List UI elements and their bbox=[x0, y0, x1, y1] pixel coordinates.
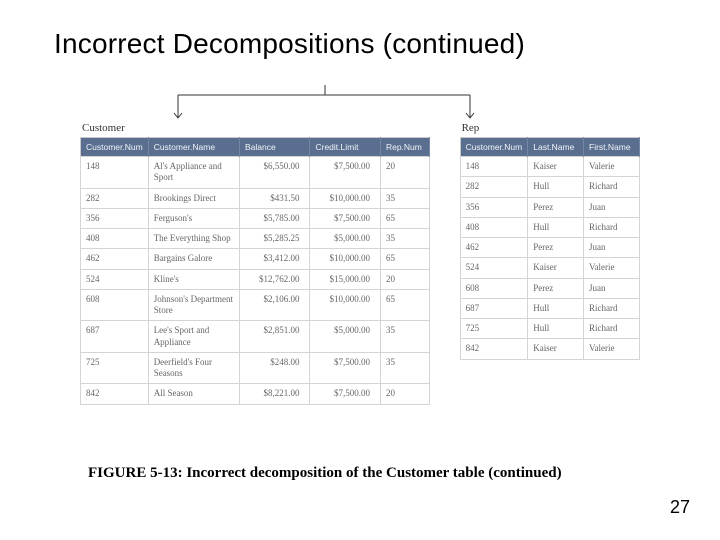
connector-lines bbox=[80, 85, 640, 120]
table-row: 687Lee's Sport and Appliance$2,851.00$5,… bbox=[81, 321, 430, 353]
rep-block: Rep Customer.Num Last.Name First.Name 14… bbox=[460, 122, 640, 360]
table-row: 408HullRichard bbox=[460, 217, 639, 237]
table-row: 608PerezJuan bbox=[460, 278, 639, 298]
rep-label: Rep bbox=[462, 122, 640, 134]
table-row: 842KaiserValerie bbox=[460, 339, 639, 359]
customer-label: Customer bbox=[82, 122, 430, 134]
customer-table: Customer.Num Customer.Name Balance Credi… bbox=[80, 137, 430, 405]
customer-body: 148Al's Appliance and Sport$6,550.00$7,5… bbox=[81, 157, 430, 405]
col-balance: Balance bbox=[239, 138, 310, 157]
decomposition-diagram: Customer Customer.Num Customer.Name Bala… bbox=[80, 85, 640, 405]
col-credit-limit: Credit.Limit bbox=[310, 138, 381, 157]
table-row: 725HullRichard bbox=[460, 319, 639, 339]
customer-block: Customer Customer.Num Customer.Name Bala… bbox=[80, 122, 430, 405]
customer-header-row: Customer.Num Customer.Name Balance Credi… bbox=[81, 138, 430, 157]
slide: Incorrect Decompositions (continued) Cus… bbox=[0, 0, 720, 540]
col-first-name: First.Name bbox=[584, 138, 640, 157]
table-row: 356Ferguson's$5,785.00$7,500.0065 bbox=[81, 208, 430, 228]
table-row: 608Johnson's Department Store$2,106.00$1… bbox=[81, 289, 430, 321]
slide-title: Incorrect Decompositions (continued) bbox=[54, 28, 525, 60]
table-row: 524KaiserValerie bbox=[460, 258, 639, 278]
rep-table: Customer.Num Last.Name First.Name 148Kai… bbox=[460, 137, 640, 360]
table-row: 282Brookings Direct$431.50$10,000.0035 bbox=[81, 188, 430, 208]
table-row: 148Al's Appliance and Sport$6,550.00$7,5… bbox=[81, 157, 430, 189]
table-row: 462PerezJuan bbox=[460, 238, 639, 258]
table-row: 725Deerfield's Four Seasons$248.00$7,500… bbox=[81, 352, 430, 384]
figure-caption: FIGURE 5-13: Incorrect decomposition of … bbox=[88, 465, 562, 482]
page-number: 27 bbox=[670, 497, 690, 518]
table-row: 524Kline's$12,762.00$15,000.0020 bbox=[81, 269, 430, 289]
col-rep-num: Rep.Num bbox=[380, 138, 429, 157]
table-row: 687HullRichard bbox=[460, 298, 639, 318]
table-row: 356PerezJuan bbox=[460, 197, 639, 217]
table-row: 842All Season$8,221.00$7,500.0020 bbox=[81, 384, 430, 404]
col-customer-num: Customer.Num bbox=[81, 138, 149, 157]
table-row: 282HullRichard bbox=[460, 177, 639, 197]
table-row: 408The Everything Shop$5,285.25$5,000.00… bbox=[81, 229, 430, 249]
col-customer-name: Customer.Name bbox=[148, 138, 239, 157]
table-row: 462Bargains Galore$3,412.00$10,000.0065 bbox=[81, 249, 430, 269]
rep-body: 148KaiserValerie 282HullRichard 356Perez… bbox=[460, 157, 639, 360]
table-row: 148KaiserValerie bbox=[460, 157, 639, 177]
col-last-name: Last.Name bbox=[528, 138, 584, 157]
rep-header-row: Customer.Num Last.Name First.Name bbox=[460, 138, 639, 157]
col-rep-customer-num: Customer.Num bbox=[460, 138, 528, 157]
